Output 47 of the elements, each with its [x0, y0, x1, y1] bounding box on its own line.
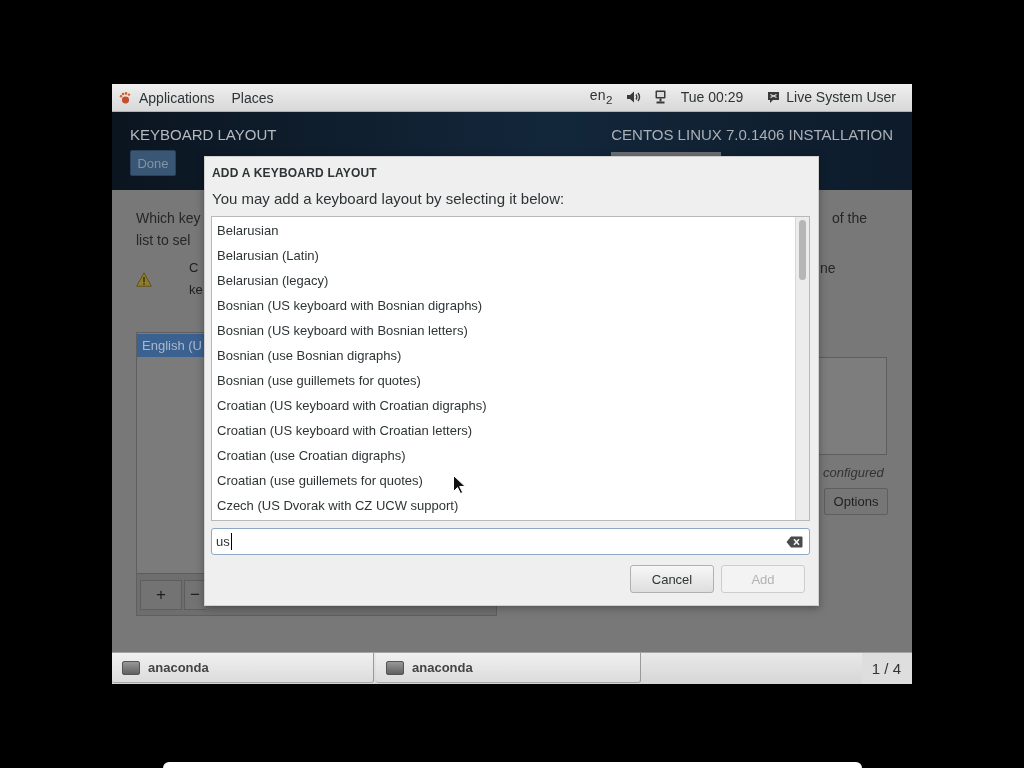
- add-layout-button[interactable]: +: [140, 579, 182, 610]
- clock[interactable]: Tue 00:29: [680, 88, 744, 107]
- places-menu[interactable]: Places: [231, 88, 274, 107]
- clear-icon[interactable]: [786, 535, 803, 548]
- status-text: configured: [823, 465, 884, 481]
- applications-menu[interactable]: Applications: [119, 88, 215, 107]
- search-field[interactable]: us: [211, 528, 810, 555]
- workspace-indicator[interactable]: 1 / 4: [862, 653, 912, 684]
- cancel-button[interactable]: Cancel: [630, 565, 714, 593]
- keyboard-layout-indicator[interactable]: en$_{2}$: [589, 86, 613, 109]
- layout-option[interactable]: Croatian (US keyboard with Croatian digraphs): [212, 393, 795, 418]
- intro-text: Which key: [136, 209, 201, 228]
- taskbar-button[interactable]: anaconda: [376, 653, 641, 683]
- scrollbar-thumb[interactable]: [799, 220, 806, 280]
- layout-option[interactable]: Belarusian: [212, 218, 795, 243]
- dialog-title: ADD A KEYBOARD LAYOUT: [212, 165, 378, 181]
- layout-option[interactable]: Croatian (use Croatian digraphs): [212, 443, 795, 468]
- warning-text: C: [189, 259, 200, 277]
- layout-option[interactable]: Croatian (US keyboard with Croatian letters): [212, 418, 795, 443]
- layout-option[interactable]: Bosnian (use Bosnian digraphs): [212, 343, 795, 368]
- user-menu[interactable]: Live System User: [767, 88, 896, 107]
- intro-text: list to sel: [136, 231, 191, 250]
- layout-option[interactable]: Bosnian (use guillemets for quotes): [212, 368, 795, 393]
- dialog-prompt: You may add a keyboard layout by selecting it below:: [212, 189, 566, 209]
- remove-layout-button[interactable]: −: [184, 579, 206, 610]
- layout-option[interactable]: Bosnian (US keyboard with Bosnian digraphs): [212, 293, 795, 318]
- taskbar-button[interactable]: anaconda: [112, 653, 374, 683]
- product-title: CENTOS LINUX 7.0.1406 INSTALLATION: [611, 126, 893, 144]
- warning-icon: [136, 271, 152, 287]
- layout-option[interactable]: Belarusian (legacy): [212, 268, 795, 293]
- layout-option[interactable]: Belarusian (Latin): [212, 243, 795, 268]
- layout-option[interactable]: Bosnian (US keyboard with Bosnian letters): [212, 318, 795, 343]
- window-icon: [122, 660, 140, 675]
- layout-option[interactable]: Czech (US Dvorak with CZ UCW support): [212, 493, 795, 518]
- options-button[interactable]: Options: [824, 488, 888, 515]
- volume-icon[interactable]: [626, 91, 641, 104]
- foot-icon: [119, 91, 131, 104]
- warning-text: ke: [189, 281, 203, 299]
- intro-text: of the: [831, 209, 868, 228]
- monitor-icon[interactable]: [654, 90, 666, 105]
- chat-bubble-icon: [767, 91, 781, 104]
- window-icon: [386, 660, 404, 675]
- warning-text: ne: [819, 259, 836, 278]
- layout-option[interactable]: Croatian (use guillemets for quotes): [212, 468, 795, 493]
- page-title: KEYBOARD LAYOUT: [130, 126, 277, 144]
- scrollbar-track[interactable]: [795, 217, 809, 520]
- mouse-pointer-icon: [453, 475, 465, 494]
